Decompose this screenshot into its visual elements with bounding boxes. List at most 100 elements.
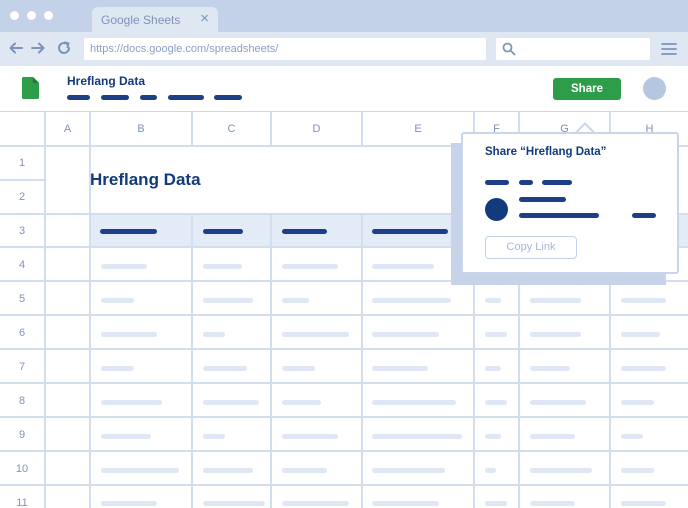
- share-option-placeholder[interactable]: [485, 180, 509, 185]
- window-maximize-dot[interactable]: [44, 11, 53, 20]
- cell-placeholder: [621, 400, 654, 405]
- row-header-3[interactable]: 3: [0, 225, 44, 237]
- cell-placeholder: [621, 366, 666, 371]
- window-minimize-dot[interactable]: [27, 11, 36, 20]
- cell-placeholder: [485, 434, 501, 439]
- cell-placeholder: [203, 298, 253, 303]
- column-heading-placeholder: [372, 229, 448, 234]
- cell-placeholder: [530, 332, 581, 337]
- row-header-8[interactable]: 8: [0, 395, 44, 407]
- cell-placeholder: [372, 332, 439, 337]
- cell-placeholder: [485, 332, 507, 337]
- cell-placeholder: [530, 434, 575, 439]
- cell-placeholder: [203, 332, 225, 337]
- share-dialog-title: Share “Hreflang Data”: [485, 146, 607, 158]
- column-header-a[interactable]: A: [46, 123, 89, 135]
- window-close-dot[interactable]: [10, 11, 19, 20]
- cell-placeholder: [530, 298, 581, 303]
- browser-search-input[interactable]: [496, 38, 650, 60]
- permission-placeholder[interactable]: [632, 213, 656, 218]
- cell-placeholder: [372, 298, 451, 303]
- cell-placeholder: [203, 501, 265, 506]
- cell-placeholder: [530, 400, 586, 405]
- forward-arrow-icon[interactable]: [30, 40, 46, 56]
- menu-item-placeholder[interactable]: [140, 95, 157, 100]
- share-option-placeholder[interactable]: [542, 180, 572, 185]
- address-bar[interactable]: https://docs.google.com/spreadsheets/: [84, 38, 486, 60]
- row-header-10[interactable]: 10: [0, 463, 44, 475]
- cell-placeholder: [372, 264, 434, 269]
- cell-placeholder: [282, 332, 349, 337]
- cell-placeholder: [101, 366, 134, 371]
- cell-placeholder: [203, 468, 253, 473]
- cell-placeholder: [372, 434, 462, 439]
- tab-close-icon[interactable]: ×: [200, 10, 209, 27]
- column-header-c[interactable]: C: [193, 123, 270, 135]
- menu-item-placeholder[interactable]: [168, 95, 204, 100]
- cell-placeholder: [203, 366, 247, 371]
- cell-placeholder: [101, 264, 147, 269]
- row-header-5[interactable]: 5: [0, 293, 44, 305]
- menu-item-placeholder[interactable]: [67, 95, 90, 100]
- row-header-4[interactable]: 4: [0, 259, 44, 271]
- user-avatar[interactable]: [643, 77, 666, 100]
- cell-placeholder: [203, 400, 259, 405]
- cell-placeholder: [282, 366, 315, 371]
- tab-title: Google Sheets: [101, 13, 181, 27]
- browser-titlebar: Google Sheets ×: [0, 0, 688, 32]
- cell-placeholder: [282, 501, 349, 506]
- sheets-logo-icon[interactable]: [22, 77, 39, 99]
- cell-placeholder: [282, 434, 338, 439]
- menu-icon[interactable]: [661, 41, 677, 57]
- document-title[interactable]: Hreflang Data: [67, 74, 145, 88]
- cell-placeholder: [282, 264, 338, 269]
- row-header-1[interactable]: 1: [0, 157, 44, 169]
- cell-placeholder: [372, 501, 439, 506]
- column-header-e[interactable]: E: [363, 123, 473, 135]
- column-header-b[interactable]: B: [91, 123, 191, 135]
- share-option-placeholder[interactable]: [519, 180, 533, 185]
- cell-placeholder: [101, 400, 162, 405]
- reload-icon[interactable]: [56, 40, 72, 56]
- cell-placeholder: [282, 400, 321, 405]
- column-header-d[interactable]: D: [272, 123, 361, 135]
- cell-placeholder: [621, 434, 643, 439]
- cell-placeholder: [621, 332, 660, 337]
- browser-navbar: https://docs.google.com/spreadsheets/: [0, 32, 688, 66]
- row-header-6[interactable]: 6: [0, 327, 44, 339]
- column-heading-placeholder: [282, 229, 327, 234]
- browser-tab[interactable]: Google Sheets ×: [92, 7, 218, 32]
- sheet-title: Hreflang Data: [90, 170, 201, 189]
- cell-placeholder: [101, 434, 151, 439]
- cell-placeholder: [203, 434, 225, 439]
- cell-placeholder: [372, 400, 456, 405]
- cell-placeholder: [203, 264, 242, 269]
- back-arrow-icon[interactable]: [8, 40, 24, 56]
- cell-placeholder: [282, 298, 309, 303]
- collaborator-name-placeholder: [519, 197, 566, 202]
- cell-placeholder: [101, 468, 179, 473]
- cell-placeholder: [621, 501, 666, 506]
- cell-placeholder: [485, 366, 501, 371]
- search-icon: [502, 42, 516, 56]
- cell-placeholder: [372, 366, 428, 371]
- cell-placeholder: [485, 400, 507, 405]
- cell-placeholder: [101, 332, 157, 337]
- address-bar-url: https://docs.google.com/spreadsheets/: [90, 43, 279, 55]
- collaborator-avatar: [485, 198, 508, 221]
- menu-item-placeholder[interactable]: [101, 95, 129, 100]
- column-heading-placeholder: [203, 229, 243, 234]
- cell-placeholder: [101, 501, 157, 506]
- cell-placeholder: [282, 468, 327, 473]
- menu-item-placeholder[interactable]: [214, 95, 242, 100]
- row-header-11[interactable]: 11: [0, 497, 44, 508]
- row-header-2[interactable]: 2: [0, 191, 44, 203]
- share-button[interactable]: Share: [553, 78, 621, 100]
- cell-placeholder: [372, 468, 445, 473]
- copy-link-button[interactable]: Copy Link: [485, 236, 577, 259]
- cell-placeholder: [530, 468, 592, 473]
- row-header-9[interactable]: 9: [0, 429, 44, 441]
- cell-placeholder: [621, 468, 654, 473]
- row-header-7[interactable]: 7: [0, 361, 44, 373]
- cell-placeholder: [485, 298, 501, 303]
